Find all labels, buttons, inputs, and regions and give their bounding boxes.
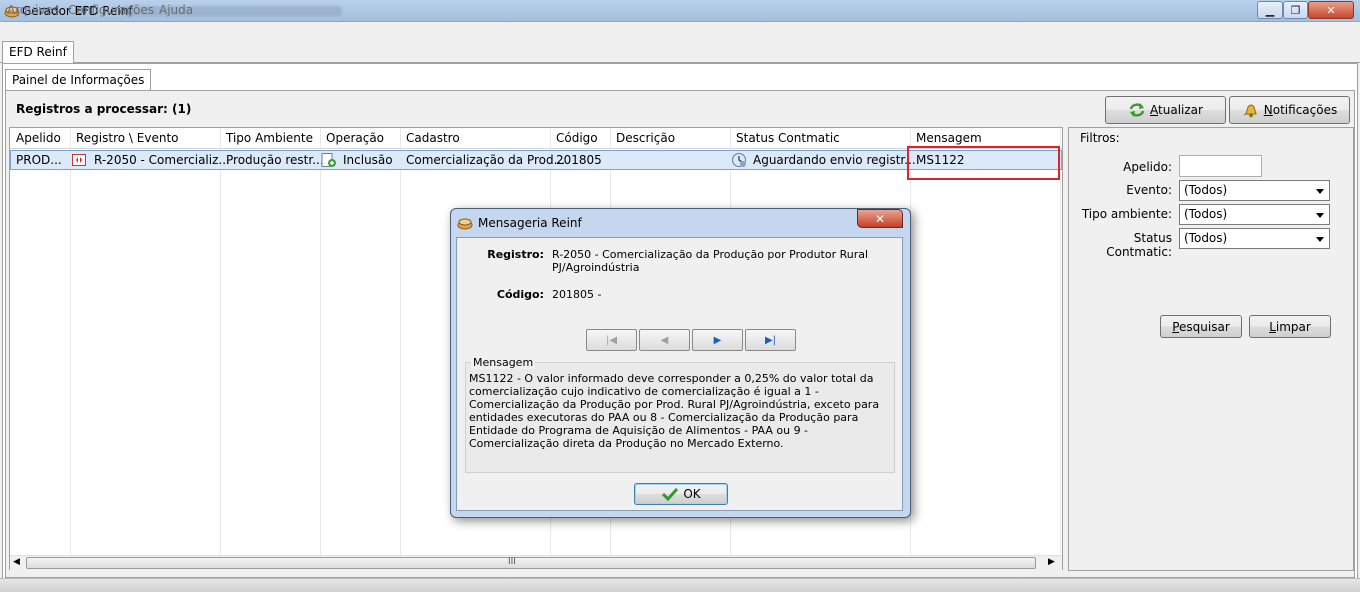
maximize-icon: ❐ — [1290, 3, 1301, 17]
col-header-tipo-ambiente[interactable]: Tipo Ambiente — [226, 131, 313, 145]
col-header-descricao[interactable]: Descrição — [616, 131, 675, 145]
col-header-status[interactable]: Status Contmatic — [736, 131, 840, 145]
waiting-status-icon — [732, 153, 746, 167]
ok-label: OK — [683, 487, 701, 501]
status-bar — [0, 578, 1360, 592]
dropdown-arrow-icon — [1316, 213, 1324, 218]
col-header-operacao[interactable]: Operação — [326, 131, 384, 145]
message-legend: Mensagem — [471, 356, 536, 369]
scroll-left-arrow-icon[interactable]: ◀ — [13, 557, 20, 567]
evento-filter-label: Evento: — [1126, 183, 1172, 197]
dialog-app-icon — [457, 218, 473, 230]
status-filter-value: (Todos) — [1184, 231, 1228, 245]
previous-icon: ◀ — [660, 334, 669, 346]
first-icon: |◀ — [605, 334, 618, 346]
next-icon: ▶ — [713, 334, 722, 346]
col-header-apelido[interactable]: Apelido — [16, 131, 61, 145]
atualizar-button[interactable]: Atualizar — [1105, 96, 1226, 124]
column-divider — [400, 128, 401, 556]
minimize-button[interactable]: ▁ — [1257, 1, 1283, 19]
status-filter-select[interactable]: (Todos) — [1179, 228, 1330, 249]
column-divider — [70, 128, 71, 556]
menu-arquivos[interactable]: Arquivos — [7, 3, 59, 17]
apelido-filter-label: Apelido: — [1123, 160, 1172, 174]
bell-icon — [1243, 104, 1257, 118]
tab-efd-reinf[interactable]: EFD Reinf — [2, 41, 74, 63]
dialog-codigo-label: Código: — [496, 288, 544, 301]
refresh-icon — [1129, 103, 1145, 117]
event-type-icon — [72, 154, 86, 166]
tipo-ambiente-filter-select[interactable]: (Todos) — [1179, 204, 1330, 225]
last-record-button[interactable]: ▶| — [745, 329, 796, 351]
dialog-codigo-value: 201805 - — [552, 288, 602, 301]
cell-registro: R-2050 - Comercializ... — [94, 153, 230, 167]
col-header-registro[interactable]: Registro \ Evento — [76, 131, 179, 145]
message-text: MS1122 - O valor informado deve correspo… — [469, 372, 880, 450]
cell-operacao: Inclusão — [343, 153, 393, 167]
cell-status: Aguardando envio registr... — [753, 153, 916, 167]
dropdown-arrow-icon — [1316, 237, 1324, 242]
scroll-thumb[interactable] — [26, 557, 1036, 569]
column-divider — [1060, 128, 1061, 556]
menu-configuracoes[interactable]: Configurações — [68, 3, 154, 17]
col-header-mensagem[interactable]: Mensagem — [916, 131, 982, 145]
close-icon: ✕ — [1326, 3, 1336, 17]
tipo-ambiente-filter-value: (Todos) — [1184, 207, 1228, 221]
apelido-filter-input[interactable] — [1179, 155, 1262, 177]
status-filter-label: Status Contmatic: — [1106, 231, 1172, 259]
scroll-right-arrow-icon[interactable]: ▶ — [1048, 557, 1055, 567]
notificacoes-label: otificações — [1272, 103, 1338, 117]
dialog-registro-label: Registro: — [487, 248, 544, 261]
outer-tab-strip — [0, 41, 1360, 63]
evento-filter-select[interactable]: (Todos) — [1179, 180, 1330, 201]
col-header-cadastro[interactable]: Cadastro — [406, 131, 460, 145]
last-icon: ▶| — [764, 334, 777, 346]
maximize-button[interactable]: ❐ — [1283, 1, 1308, 19]
minimize-icon: ▁ — [1265, 3, 1275, 17]
notificacoes-accel: N — [1263, 103, 1273, 117]
menu-ajuda[interactable]: Ajuda — [159, 3, 193, 17]
first-record-button[interactable]: |◀ — [586, 329, 637, 351]
close-icon: ✕ — [874, 211, 886, 226]
dialog-registro-value-line2: PJ/Agroindústria — [552, 261, 640, 274]
notificacoes-button[interactable]: Notificações — [1229, 96, 1350, 124]
scroll-grip: III — [508, 557, 516, 567]
column-divider — [220, 128, 221, 556]
cell-tipo-ambiente: Produção restr... — [226, 153, 324, 167]
tab-painel-informacoes[interactable]: Painel de Informações — [5, 69, 152, 91]
pesquisar-label: esquisar — [1179, 319, 1230, 334]
dialog-title: Mensageria Reinf — [478, 216, 582, 230]
pesquisar-button[interactable]: Pesquisar — [1160, 315, 1242, 338]
dialog-registro-value-line1: R-2050 - Comercialização da Produção por… — [552, 248, 869, 261]
cell-codigo: 201805 — [556, 153, 602, 167]
title-redacted-text — [122, 6, 342, 16]
tipo-ambiente-filter-label: Tipo ambiente: — [1081, 207, 1172, 221]
next-record-button[interactable]: ▶ — [692, 329, 743, 351]
filters-title: Filtros: — [1080, 131, 1120, 145]
column-divider — [320, 128, 321, 556]
pesquisar-accel: P — [1172, 319, 1180, 334]
atualizar-accel: A — [1150, 103, 1159, 117]
ok-button[interactable]: OK — [634, 483, 728, 505]
atualizar-label: tualizar — [1158, 103, 1203, 117]
limpar-accel: L — [1269, 319, 1276, 334]
menu-bar — [0, 22, 1360, 41]
previous-record-button[interactable]: ◀ — [639, 329, 690, 351]
dropdown-arrow-icon — [1316, 189, 1324, 194]
cell-apelido: PROD... — [16, 153, 62, 167]
limpar-label: impar — [1275, 319, 1311, 334]
col-header-codigo[interactable]: Código — [556, 131, 598, 145]
close-button[interactable]: ✕ — [1308, 1, 1354, 19]
dialog-close-button[interactable]: ✕ — [857, 209, 903, 228]
document-add-icon — [321, 153, 336, 167]
cell-cadastro: Comercialização da Prod... — [406, 153, 566, 167]
limpar-button[interactable]: Limpar — [1249, 315, 1331, 338]
registros-count-label: Registros a processar: (1) — [16, 102, 192, 116]
evento-filter-value: (Todos) — [1184, 183, 1228, 197]
highlight-box — [907, 146, 1060, 180]
checkmark-icon — [662, 487, 679, 501]
